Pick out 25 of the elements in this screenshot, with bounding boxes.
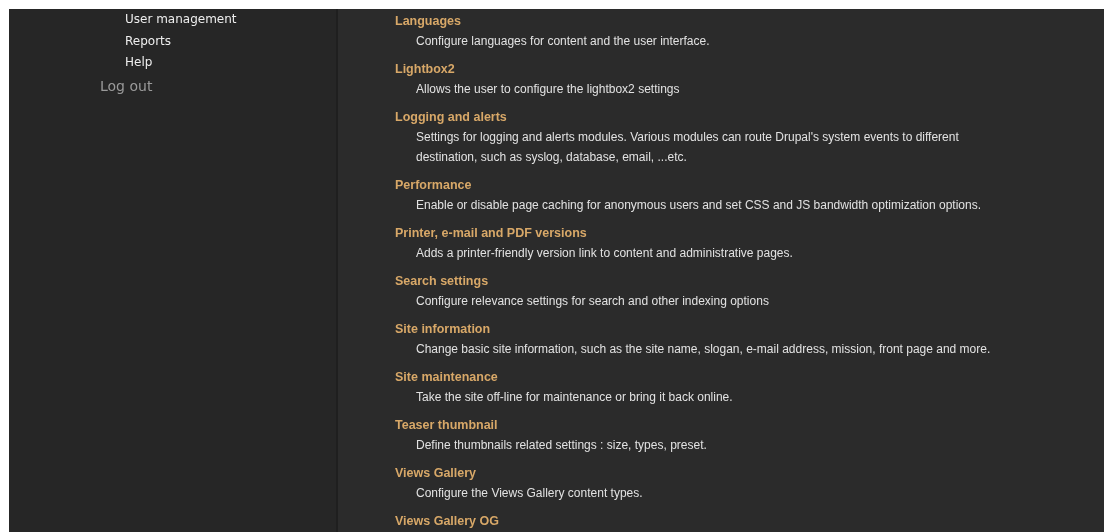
settings-description: Define thumbnails related settings : size, types, preset. xyxy=(415,437,708,454)
settings-link[interactable]: Performance xyxy=(395,176,472,195)
settings-description: Take the site off-line for maintenance or bring it back online. xyxy=(415,389,734,406)
sidebar-menu-link[interactable]: User management xyxy=(125,9,237,31)
sidebar-menu-link[interactable]: Help xyxy=(125,52,153,74)
settings-link[interactable]: Teaser thumbnail xyxy=(395,416,498,435)
settings-link[interactable]: Site information xyxy=(395,320,491,339)
settings-link[interactable]: Languages xyxy=(395,12,461,31)
settings-description: Configure relevance settings for search and other indexing options xyxy=(415,293,770,310)
settings-description: Configure the Views Gallery content types. xyxy=(415,485,644,502)
settings-link[interactable]: Logging and alerts xyxy=(395,108,507,127)
settings-description: Settings for logging and alerts modules. Various modules can route Drupal's system events to different destination, such as syslog, database, email, ...etc. xyxy=(415,129,960,166)
settings-description: Configure languages for content and the user interface. xyxy=(415,33,711,50)
settings-link[interactable]: Views Gallery OG xyxy=(395,512,499,531)
settings-description: Change basic site information, such as the site name, slogan, e-mail address, mission, front page and more. xyxy=(415,341,992,358)
settings-link[interactable]: Views Gallery xyxy=(395,464,477,483)
settings-link[interactable]: Search settings xyxy=(395,272,489,291)
sidebar-menu-link[interactable]: Reports xyxy=(125,30,172,52)
settings-description: Allows the user to configure the lightbox2 settings xyxy=(415,81,681,98)
logout-link[interactable]: Log out xyxy=(100,75,153,96)
settings-description: Enable or disable page caching for anonymous users and set CSS and JS bandwidth optimization options. xyxy=(415,197,982,214)
settings-link[interactable]: Site maintenance xyxy=(395,368,498,387)
settings-link[interactable]: Lightbox2 xyxy=(395,60,455,79)
settings-description: Adds a printer-friendly version link to content and administrative pages. xyxy=(415,245,794,262)
settings-link[interactable]: Printer, e-mail and PDF versions xyxy=(395,224,587,243)
